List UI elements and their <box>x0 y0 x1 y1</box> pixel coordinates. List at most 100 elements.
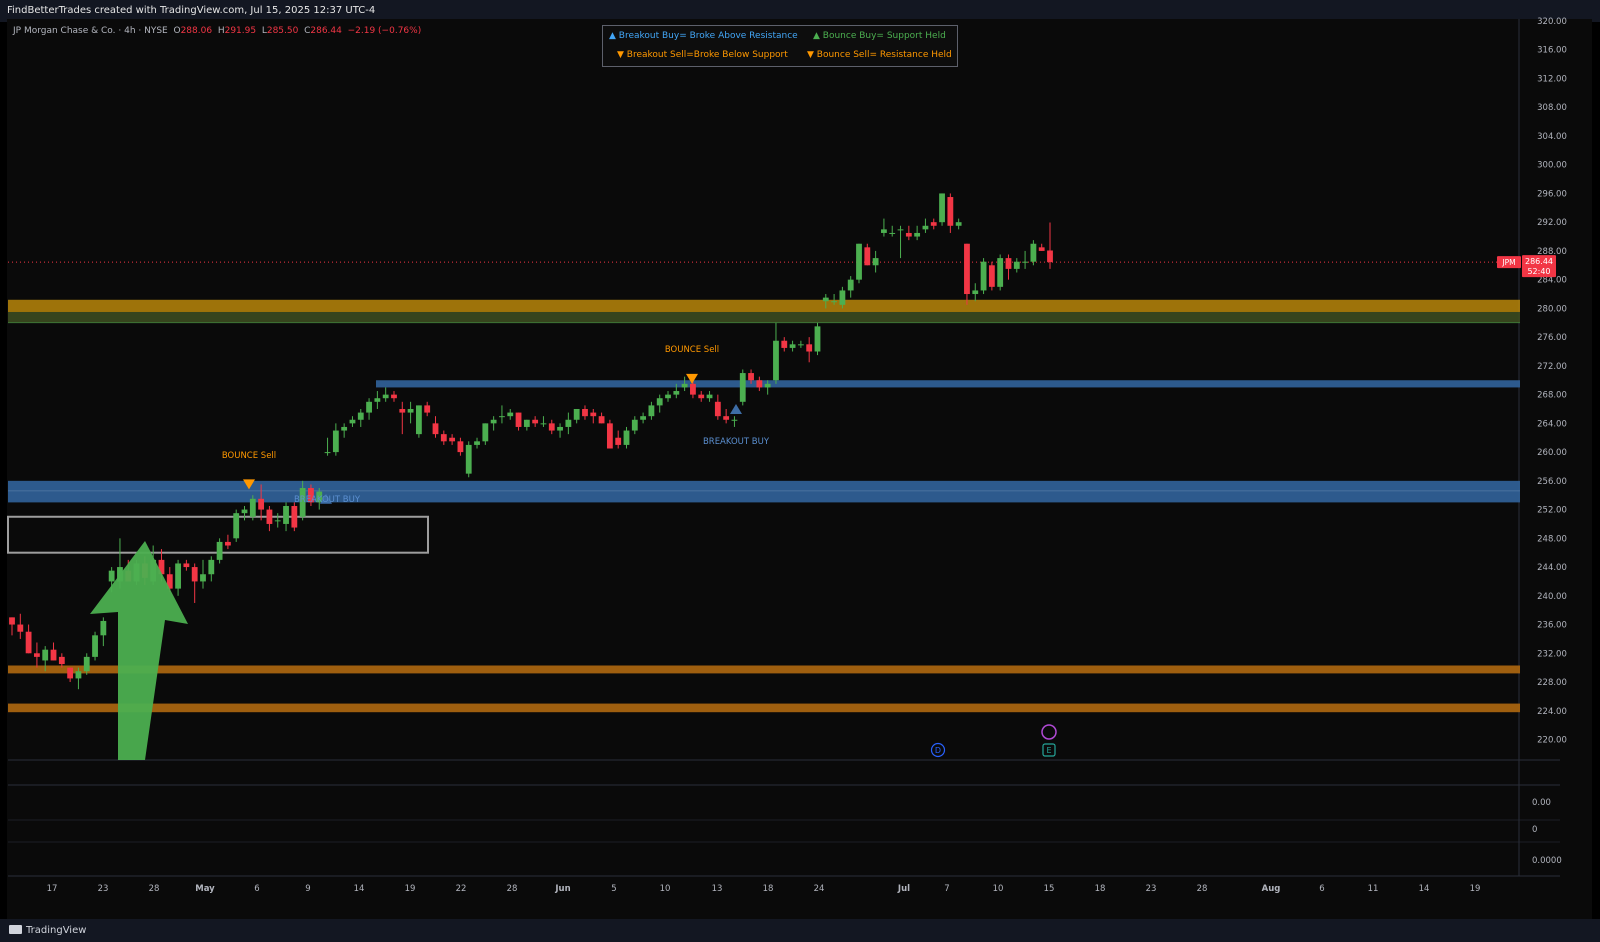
candle-body <box>100 620 107 636</box>
candle-body <box>548 423 555 431</box>
price-tick-label: 220.00 <box>1537 736 1567 746</box>
candle-body <box>598 416 605 424</box>
candle-body <box>582 408 588 417</box>
buy-signal-icon <box>730 403 742 414</box>
candle-body <box>474 441 480 445</box>
zone-resistance-blue-mid <box>376 380 1520 388</box>
legend-bounce-buy: ▲ Bounce Buy= Support Held <box>813 31 946 41</box>
candle <box>889 225 896 237</box>
candle <box>266 505 273 532</box>
candle-body <box>42 649 49 661</box>
time-tick-label: Aug <box>1262 884 1281 894</box>
candle-body <box>92 635 98 657</box>
candle <box>914 225 921 241</box>
candle <box>499 405 505 424</box>
candle-body <box>814 326 821 352</box>
candle-body <box>905 232 912 237</box>
candle-body <box>648 405 655 417</box>
time-tick-label: Jun <box>554 884 570 894</box>
candle <box>432 416 439 438</box>
indicator-pane: 0.00 0 0.0000 <box>1532 798 1562 866</box>
candle-body <box>415 405 422 435</box>
candle-body <box>424 405 431 413</box>
candle <box>34 642 40 668</box>
candle <box>856 243 862 284</box>
candle-body <box>83 656 90 672</box>
zones <box>7 299 1520 713</box>
candle-body <box>382 394 389 399</box>
time-tick-label: 5 <box>611 884 616 894</box>
candle-body <box>847 279 854 291</box>
high-value: 291.95 <box>224 26 257 36</box>
candle <box>283 502 289 532</box>
candle-body <box>9 617 15 625</box>
candle-body <box>897 229 904 231</box>
legend-breakout-buy: ▲ Breakout Buy= Broke Above Resistance <box>609 31 798 41</box>
candle <box>797 340 804 348</box>
candle-body <box>249 498 256 517</box>
candle-body <box>656 398 663 406</box>
price-tick-label: 272.00 <box>1537 362 1567 372</box>
candle-body <box>606 423 613 449</box>
candle-body <box>241 509 248 514</box>
sell-signal-label: BOUNCE Sell <box>665 345 719 355</box>
candle <box>548 419 555 435</box>
candle <box>391 391 397 402</box>
price-chart[interactable]: BOUNCE Sell BREAKOUT BUY BOUNCE Sell BREAKO… <box>0 0 1600 942</box>
candle-body <box>864 247 871 266</box>
candle-body <box>764 383 771 388</box>
candle-body <box>955 222 962 226</box>
candle <box>366 398 372 420</box>
candle <box>988 261 995 291</box>
high-label: H <box>217 26 225 36</box>
candle <box>1005 254 1012 280</box>
candle <box>706 391 713 402</box>
candle-body <box>440 434 447 442</box>
zone-resistance-gold <box>8 299 1520 312</box>
candle <box>656 394 663 413</box>
candle-body <box>17 624 24 632</box>
candle-body <box>673 391 680 395</box>
candle-body <box>557 426 563 431</box>
candle-body <box>698 394 705 399</box>
candle-body <box>175 563 181 589</box>
open-value: 288.06 <box>180 26 213 36</box>
candle-body <box>1005 258 1012 269</box>
time-tick-label: 11 <box>1368 884 1379 894</box>
candle-body <box>822 297 829 302</box>
candle <box>9 617 15 636</box>
candle-body <box>1047 250 1053 263</box>
candle-body <box>108 570 115 582</box>
candle-body <box>50 649 57 661</box>
candle-body <box>67 667 74 679</box>
candle <box>507 408 514 420</box>
time-tick-label: 13 <box>712 884 723 894</box>
candle-body <box>25 631 32 654</box>
candle <box>640 412 647 424</box>
candle-body <box>690 383 696 395</box>
price-tick-label: 280.00 <box>1537 304 1567 314</box>
candle-body <box>1030 243 1037 262</box>
price-tick-label: 308.00 <box>1537 103 1567 113</box>
candle <box>382 387 389 402</box>
time-tick-label: 28 <box>1197 884 1208 894</box>
indicator-tick-label: 0.0000 <box>1532 856 1562 866</box>
candle <box>1013 258 1020 273</box>
candle <box>922 218 929 233</box>
candle <box>598 412 605 424</box>
price-tick-label: 260.00 <box>1537 448 1567 458</box>
time-tick-label: 14 <box>1419 884 1430 894</box>
candle <box>457 437 464 456</box>
time-tick-label: 14 <box>354 884 365 894</box>
candle <box>407 401 414 424</box>
time-tick-label: 17 <box>47 884 58 894</box>
symbol-title[interactable]: JP Morgan Chase & Co. · 4h · NYSE <box>13 26 168 36</box>
candle-body <box>274 520 281 522</box>
candle <box>200 559 206 589</box>
candle <box>291 502 298 532</box>
tradingview-logo[interactable]: TradingView <box>9 925 86 936</box>
candle-body <box>1022 261 1028 263</box>
candle <box>415 405 422 438</box>
legend-bounce-sell: ▼ Bounce Sell= Resistance Held <box>807 50 952 60</box>
candle <box>233 509 240 542</box>
